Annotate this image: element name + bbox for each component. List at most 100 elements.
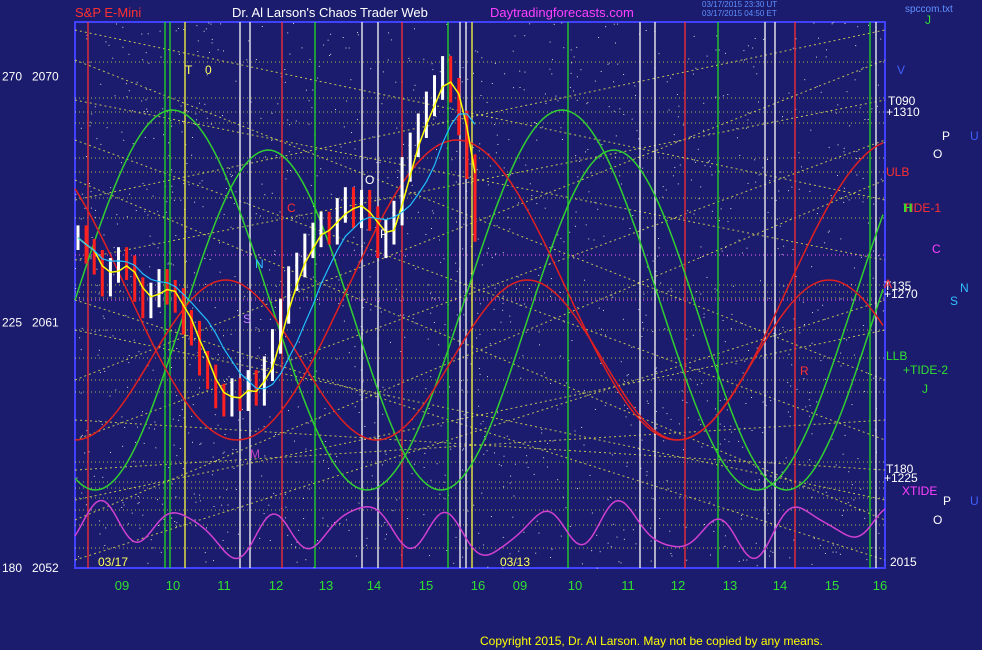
texture-dot bbox=[456, 270, 458, 272]
texture-dot bbox=[491, 83, 493, 84]
texture-dot bbox=[791, 364, 793, 366]
texture-dot bbox=[808, 399, 810, 401]
texture-dot bbox=[362, 307, 364, 309]
texture-dot bbox=[94, 106, 96, 108]
texture-dot bbox=[718, 49, 720, 51]
texture-dot bbox=[397, 177, 399, 178]
x-tick-label: 14 bbox=[367, 578, 381, 593]
texture-dot bbox=[788, 190, 789, 192]
texture-dot bbox=[486, 252, 488, 254]
texture-dot bbox=[103, 234, 105, 236]
texture-dot bbox=[323, 459, 325, 461]
texture-dot bbox=[783, 245, 785, 247]
texture-dot bbox=[351, 132, 352, 134]
texture-dot bbox=[80, 349, 82, 351]
texture-dot bbox=[172, 191, 174, 193]
texture-dot bbox=[697, 148, 699, 150]
texture-dot bbox=[288, 410, 289, 412]
texture-dot bbox=[730, 328, 732, 330]
texture-dot bbox=[85, 156, 87, 157]
texture-dot bbox=[681, 390, 683, 392]
texture-dot bbox=[607, 499, 609, 501]
texture-dot bbox=[382, 386, 384, 388]
texture-dot bbox=[366, 537, 368, 539]
texture-dot bbox=[703, 102, 705, 104]
texture-dot bbox=[463, 223, 465, 225]
texture-dot bbox=[754, 38, 756, 39]
texture-dot bbox=[115, 389, 117, 391]
texture-dot bbox=[518, 202, 520, 204]
texture-dot bbox=[742, 446, 744, 448]
texture-dot bbox=[612, 523, 614, 525]
texture-dot bbox=[494, 62, 496, 64]
texture-dot bbox=[222, 115, 223, 117]
texture-dot bbox=[551, 548, 553, 550]
texture-dot bbox=[147, 562, 149, 564]
texture-dot bbox=[308, 234, 310, 236]
texture-dot bbox=[627, 408, 629, 410]
texture-dot bbox=[613, 110, 615, 112]
texture-dot bbox=[211, 474, 213, 476]
texture-dot bbox=[686, 402, 688, 404]
texture-dot bbox=[259, 537, 261, 539]
texture-dot bbox=[646, 400, 648, 402]
texture-dot bbox=[652, 331, 654, 333]
texture-dot bbox=[103, 317, 105, 319]
texture-dot bbox=[308, 100, 310, 102]
texture-dot bbox=[804, 324, 805, 325]
texture-dot bbox=[404, 336, 406, 338]
texture-dot bbox=[758, 101, 759, 103]
texture-dot bbox=[528, 288, 530, 289]
texture-dot bbox=[847, 501, 849, 503]
texture-dot bbox=[336, 358, 338, 360]
texture-dot bbox=[102, 476, 104, 478]
texture-dot bbox=[562, 139, 563, 140]
texture-dot bbox=[205, 28, 207, 30]
texture-dot bbox=[503, 455, 505, 457]
texture-dot bbox=[141, 100, 143, 102]
texture-dot bbox=[851, 484, 853, 486]
texture-dot bbox=[214, 307, 216, 309]
texture-dot bbox=[384, 451, 386, 453]
texture-dot bbox=[213, 560, 214, 562]
texture-dot bbox=[380, 311, 382, 313]
texture-dot bbox=[724, 398, 726, 400]
texture-dot bbox=[525, 462, 527, 464]
texture-dot bbox=[479, 333, 481, 335]
texture-dot bbox=[645, 314, 647, 316]
texture-dot bbox=[837, 144, 839, 146]
texture-dot bbox=[547, 466, 548, 468]
texture-dot bbox=[853, 267, 855, 269]
texture-dot bbox=[456, 221, 457, 223]
texture-dot bbox=[489, 165, 491, 167]
texture-dot bbox=[563, 47, 565, 49]
texture-dot bbox=[179, 415, 181, 416]
texture-dot bbox=[355, 555, 357, 557]
texture-dot bbox=[709, 133, 711, 135]
texture-dot bbox=[193, 339, 195, 341]
texture-dot bbox=[463, 448, 465, 450]
site-url[interactable]: Daytradingforecasts.com bbox=[490, 5, 634, 20]
texture-dot bbox=[113, 247, 115, 249]
texture-dot bbox=[366, 158, 368, 160]
texture-dot bbox=[587, 101, 589, 103]
texture-dot bbox=[219, 242, 220, 244]
texture-dot bbox=[615, 42, 616, 44]
texture-dot bbox=[142, 59, 144, 61]
texture-dot bbox=[325, 441, 327, 442]
texture-dot bbox=[509, 228, 511, 230]
far-right-marker-label: P bbox=[942, 129, 950, 143]
texture-dot bbox=[772, 551, 774, 553]
texture-dot bbox=[180, 199, 182, 201]
texture-dot bbox=[110, 451, 111, 453]
texture-dot bbox=[552, 59, 553, 61]
texture-dot bbox=[91, 113, 93, 115]
texture-dot bbox=[168, 142, 170, 144]
texture-dot bbox=[309, 59, 311, 60]
texture-dot bbox=[688, 58, 690, 60]
texture-dot bbox=[237, 310, 239, 312]
texture-dot bbox=[860, 488, 862, 490]
texture-dot bbox=[89, 121, 91, 123]
texture-dot bbox=[258, 428, 260, 430]
texture-dot bbox=[480, 95, 482, 96]
